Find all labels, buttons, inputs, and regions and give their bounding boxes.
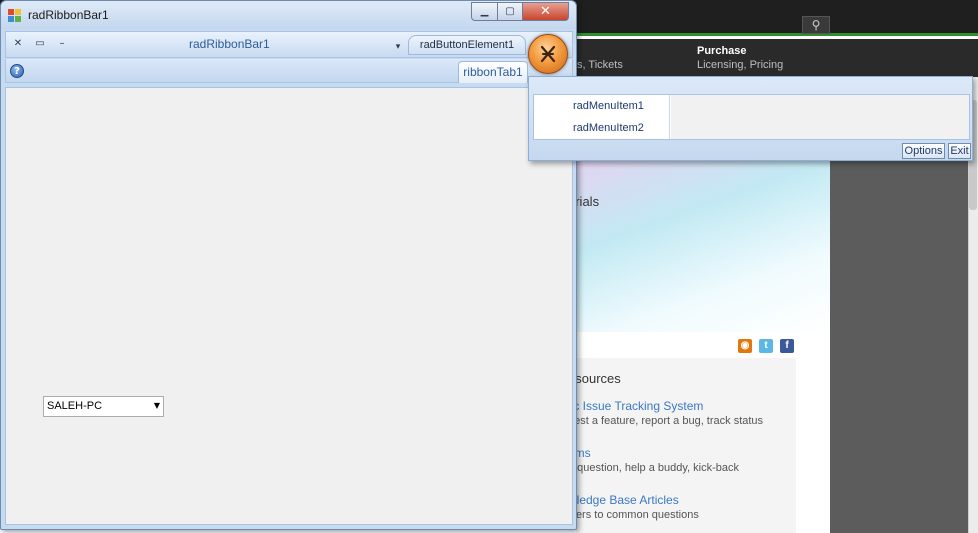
maximize-button[interactable]: ▢	[497, 2, 523, 21]
app-icon	[8, 9, 22, 23]
facebook-icon[interactable]: f	[780, 339, 794, 353]
menu-item-radmenuitem1[interactable]: radMenuItem1	[534, 95, 669, 117]
ribbon-caption-bar: ✕ ▭ – radRibbonBar1 ▾ radButtonElement1	[5, 31, 573, 58]
close-button[interactable]: ✕	[522, 2, 569, 21]
tab-ribbontab1[interactable]: ribbonTab1	[458, 61, 528, 83]
app-orb-icon	[540, 45, 556, 63]
popup-body: radMenuItem1 radMenuItem2	[533, 94, 970, 140]
quick-access-button[interactable]: radButtonElement1	[408, 35, 526, 55]
ribbon-title: radRibbonBar1	[189, 37, 270, 51]
menu-items-column: radMenuItem1 radMenuItem2	[534, 95, 670, 139]
rss-icon[interactable]: ◉	[738, 339, 752, 353]
window-client-area: SALEH-PC ▼	[5, 87, 573, 525]
mdi-close-icon[interactable]: ✕	[12, 38, 24, 50]
resource-link-issue-tracking[interactable]: lic Issue Tracking System	[568, 399, 703, 413]
resource-desc-forums: a question, help a buddy, kick-back	[568, 462, 740, 474]
nav-purchase-subtitle[interactable]: Licensing, Pricing	[697, 59, 783, 71]
mdi-minimize-icon[interactable]: –	[56, 38, 68, 50]
nav-purchase-title[interactable]: Purchase	[697, 45, 747, 57]
application-menu-button[interactable]	[528, 34, 568, 74]
resource-desc-issue-tracking: gest a feature, report a bug, track stat…	[568, 415, 764, 427]
recent-items-pane	[671, 95, 969, 139]
ribbon-tab-strip: ? ribbonTab1	[5, 59, 573, 83]
resource-desc-knowledge-base: wers to common questions	[568, 509, 699, 521]
hero-banner	[576, 160, 830, 332]
site-sidebar	[830, 160, 968, 533]
twitter-icon[interactable]: t	[759, 339, 773, 353]
window-title: radRibbonBar1	[28, 8, 109, 22]
exit-button[interactable]: Exit	[948, 143, 971, 159]
options-button[interactable]: Options	[902, 143, 945, 159]
popup-header-strip	[529, 77, 972, 93]
main-window: radRibbonBar1 ▁ ▢ ✕ ✕ ▭ – radRibbonBar1 …	[0, 0, 577, 530]
application-menu-popup: radMenuItem1 radMenuItem2 Options Exit	[528, 76, 973, 161]
window-titlebar[interactable]: radRibbonBar1 ▁ ▢ ✕	[1, 1, 576, 29]
chevron-down-icon[interactable]: ▼	[151, 400, 163, 412]
combobox-value: SALEH-PC	[47, 400, 103, 412]
nav-support-subtitle[interactable]: s, Tickets	[577, 59, 623, 71]
search-icon[interactable]: ⚲	[802, 16, 830, 34]
help-icon[interactable]: ?	[10, 64, 24, 78]
machine-combobox[interactable]: SALEH-PC ▼	[43, 396, 164, 417]
minimize-button[interactable]: ▁	[471, 2, 498, 21]
quick-access-dropdown-icon[interactable]: ▾	[392, 41, 404, 53]
menu-item-radmenuitem2[interactable]: radMenuItem2	[534, 117, 669, 139]
mdi-restore-icon[interactable]: ▭	[34, 38, 46, 50]
resource-link-knowledge-base[interactable]: wledge Base Articles	[568, 493, 679, 507]
